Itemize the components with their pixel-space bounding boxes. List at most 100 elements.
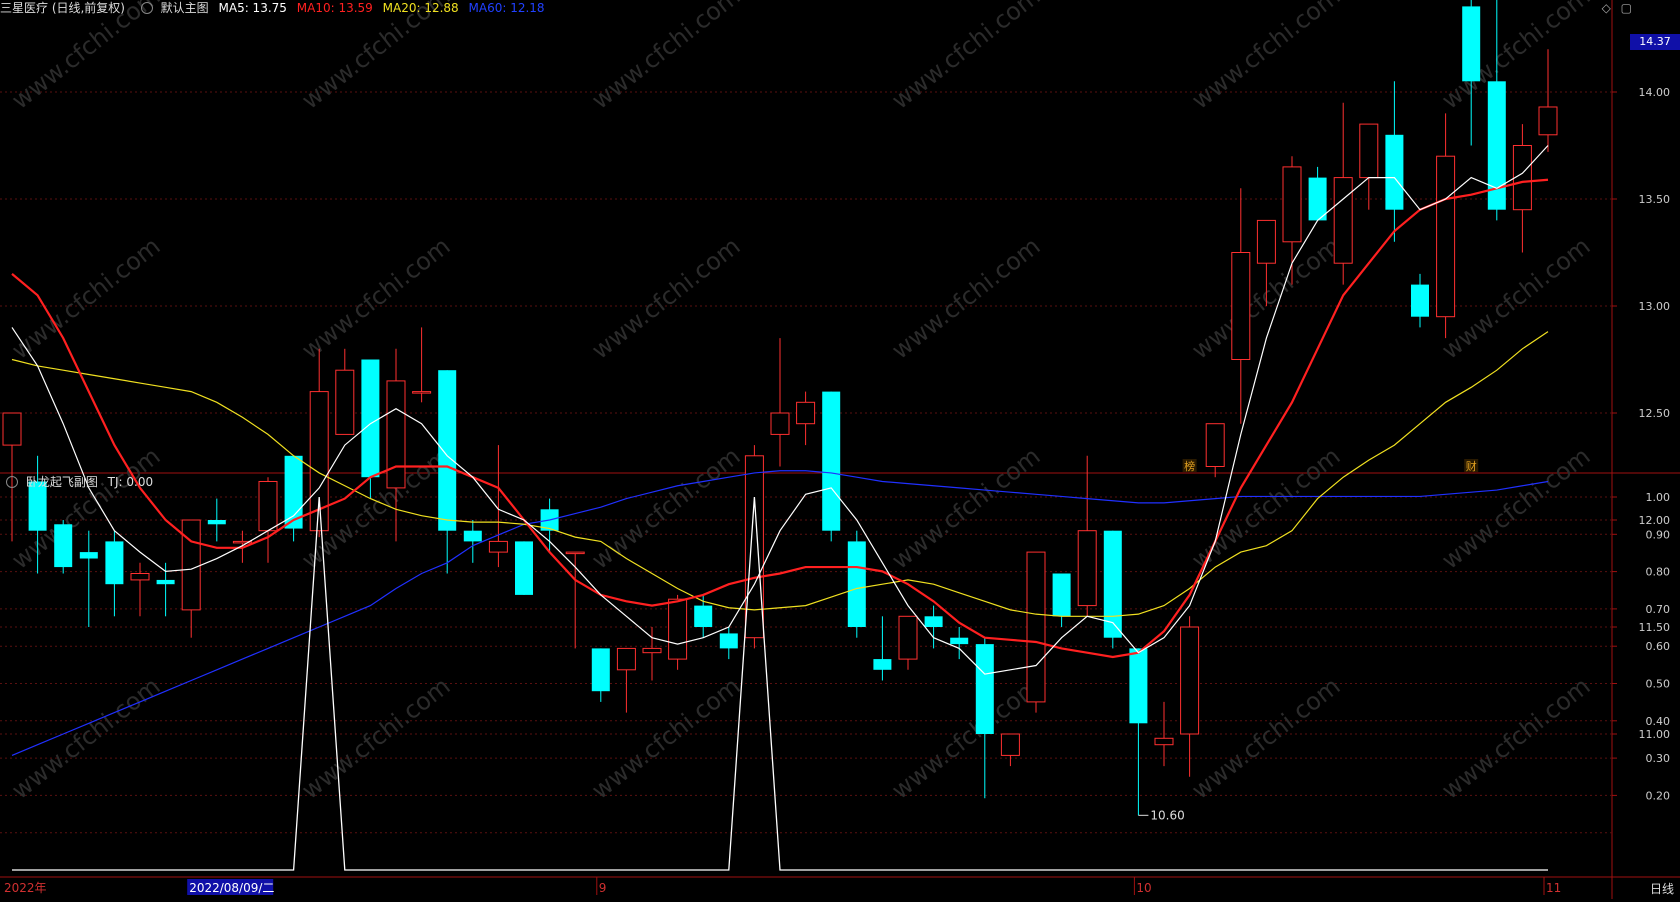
candle-body: [796, 401, 816, 425]
watermark: www.cfchi.com: [886, 442, 1045, 575]
candle-body: [1308, 177, 1327, 221]
y-tick-label: 14.00: [1639, 86, 1671, 99]
y-tick-label: 0.70: [1646, 603, 1671, 616]
top-right-icons: ◇ ▢: [1596, 1, 1632, 15]
candle-body: [361, 359, 380, 478]
watermark: www.cfchi.com: [6, 672, 165, 805]
candle-body: [668, 598, 688, 660]
main-chart-label[interactable]: 默认主图: [161, 1, 209, 15]
candle-body: [1436, 155, 1456, 318]
candle-body: [1359, 123, 1379, 179]
ma10-label: MA10: 13.59: [296, 1, 373, 15]
watermark: www.cfchi.com: [586, 672, 745, 805]
candle-body: [1077, 530, 1097, 607]
candle-body: [105, 541, 124, 585]
candle-body: [616, 647, 636, 671]
settings-icon[interactable]: [6, 476, 18, 488]
watermark: www.cfchi.com: [296, 0, 455, 115]
watermark: www.cfchi.com: [296, 232, 455, 365]
candle-body: [873, 659, 892, 670]
watermark: www.cfchi.com: [1436, 672, 1595, 805]
candle-body: [386, 380, 406, 489]
low-label: 10.60: [1150, 808, 1184, 822]
candle-body: [1000, 733, 1020, 756]
watermark: www.cfchi.com: [1186, 672, 1345, 805]
candle-body: [1385, 134, 1404, 210]
current-price-tag: 14.37: [1630, 34, 1680, 50]
candle-body: [1180, 626, 1200, 735]
candle-body: [463, 530, 482, 542]
candle-body: [438, 370, 457, 531]
candle-body: [565, 551, 585, 555]
y-tick-label: 1.00: [1646, 491, 1671, 504]
event-badge-label: 财: [1466, 459, 1477, 473]
candle-body: [156, 579, 175, 585]
candle-body: [1333, 177, 1353, 264]
candle-body: [1205, 423, 1225, 468]
candle-body: [1231, 252, 1251, 360]
watermark: www.cfchi.com: [886, 0, 1045, 115]
watermark: www.cfchi.com: [296, 672, 455, 805]
candle-body: [924, 616, 943, 627]
stock-title: 三星医疗 (日线,前复权): [0, 1, 125, 15]
candle-body: [950, 637, 969, 645]
tj-label: TJ: 0.00: [107, 475, 154, 489]
watermark: www.cfchi.com: [886, 672, 1045, 805]
candle-body: [54, 524, 73, 568]
chart-stage: 14.00 13.50 13.00 12.50 12.00 11.50 11.00 1.00 0…: [0, 0, 1680, 899]
candle-body: [335, 369, 355, 435]
candle-body: [1026, 551, 1046, 703]
y-tick-label: 0.80: [1646, 566, 1671, 579]
candle-body: [1538, 106, 1558, 136]
y-tick-label: 0.50: [1646, 678, 1671, 691]
y-tick-label: 0.60: [1646, 640, 1671, 653]
watermark: www.cfchi.com: [1436, 442, 1595, 575]
settings-icon[interactable]: [140, 2, 153, 14]
y-tick-label: 12.50: [1639, 407, 1671, 420]
diamond-icon[interactable]: ◇: [1602, 1, 1611, 15]
ma60-label: MA60: 12.18: [468, 1, 545, 15]
watermark: www.cfchi.com: [586, 0, 745, 115]
candle-body: [1052, 573, 1071, 617]
candle-body: [642, 647, 662, 654]
ma20-label: MA20: 12.88: [382, 1, 459, 15]
y-tick-label: 13.50: [1639, 193, 1671, 206]
candle-body: [412, 391, 432, 394]
candle-body: [1256, 219, 1276, 264]
candle-body: [975, 644, 994, 734]
x-axis-label: 2022年: [4, 881, 47, 895]
candle-body: [719, 633, 738, 649]
watermark: www.cfchi.com: [886, 232, 1045, 365]
period-label[interactable]: 日线: [1650, 880, 1674, 897]
y-tick-label: 12.00: [1639, 514, 1671, 527]
y-tick-label: 0.40: [1646, 715, 1671, 728]
y-tick-label: 13.00: [1639, 300, 1671, 313]
watermark: www.cfchi.com: [1186, 0, 1345, 115]
candle-body: [770, 412, 790, 435]
y-tick-label: 0.30: [1646, 752, 1671, 765]
x-axis-label: 11: [1546, 881, 1561, 895]
indicator-label[interactable]: 卧龙起飞副图: [26, 475, 98, 489]
candle-body: [591, 648, 610, 692]
ma5-label: MA5: 13.75: [218, 1, 287, 15]
candle-body: [181, 519, 201, 611]
y-tick-label: 0.20: [1646, 789, 1671, 802]
candle-body: [1282, 166, 1302, 243]
candle-body: [847, 541, 866, 627]
y-tick-label: 0.90: [1646, 528, 1671, 541]
x-axis-label: 9: [599, 881, 607, 895]
watermark: www.cfchi.com: [586, 442, 745, 575]
candle-body: [1154, 737, 1174, 746]
x-axis-label: 2022/08/09/二: [189, 881, 274, 895]
chart-canvas: 14.00 13.50 13.00 12.50 12.00 11.50 11.00 1.00 0…: [0, 0, 1680, 899]
candle-body: [515, 541, 533, 595]
sub-chart-header: 卧龙起飞副图 TJ: 0.00: [0, 474, 159, 490]
candle-body: [1411, 284, 1429, 317]
candle-body: [2, 412, 22, 446]
window-icon[interactable]: ▢: [1621, 1, 1632, 15]
candle-body: [207, 520, 226, 525]
candle-body: [694, 605, 713, 627]
y-tick-label: 11.00: [1639, 728, 1671, 741]
candle-body: [1129, 648, 1148, 724]
watermark: www.cfchi.com: [1436, 0, 1595, 115]
